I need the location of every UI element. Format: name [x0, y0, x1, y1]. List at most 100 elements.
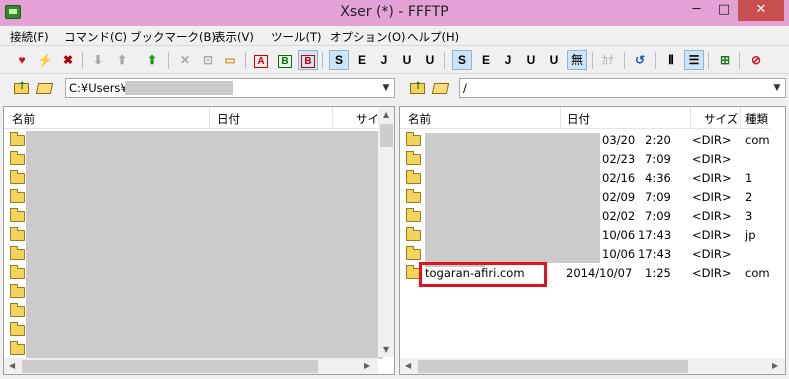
column-date[interactable]: 日付 — [567, 111, 590, 127]
column-size[interactable]: サイズ — [704, 111, 738, 127]
local-file-list[interactable]: 名前 日付 サイ ▲ ▼ ◀ ▶ — [3, 106, 395, 375]
local-euc-button[interactable]: E — [352, 50, 372, 70]
refresh-icon[interactable]: ↺ — [630, 50, 650, 70]
folder-icon — [10, 265, 25, 279]
folder-icon — [10, 284, 25, 298]
quick-connect-icon[interactable]: ⚡ — [35, 50, 55, 70]
local-open-folder-button[interactable] — [35, 79, 55, 97]
close-button[interactable]: ✕ — [738, 0, 784, 21]
row-date: 03/20 — [602, 133, 636, 147]
row-date: 2014/10/07 — [566, 266, 633, 280]
open-folder-icon — [431, 83, 450, 94]
remote-path-text: / — [463, 81, 467, 95]
binary-mode-label: B — [278, 55, 292, 68]
remote-utf8bom-button[interactable]: U — [544, 50, 564, 70]
column-name[interactable]: 名前 — [408, 111, 431, 127]
open-folder-icon — [35, 83, 54, 94]
column-size[interactable]: サイ — [356, 111, 379, 127]
menu-bookmark[interactable]: ブックマーク(B) — [130, 29, 216, 45]
menu-connect[interactable]: 接続(F) — [10, 29, 49, 45]
delete-icon[interactable]: ✕ — [175, 50, 195, 70]
mirror-upload-icon[interactable]: ⬆ — [142, 50, 162, 70]
kana-convert-button[interactable]: ｶﾅ — [598, 50, 618, 70]
row-date: 02/23 — [602, 152, 636, 166]
row-type: com — [745, 266, 770, 280]
scroll-thumb[interactable] — [22, 360, 318, 373]
no-convert-button[interactable]: 無 — [567, 50, 587, 70]
folder-icon — [406, 151, 421, 165]
column-date[interactable]: 日付 — [217, 111, 240, 127]
remote-open-folder-button[interactable] — [431, 79, 451, 97]
mkdir-icon[interactable]: ▭ — [220, 50, 240, 70]
remote-horizontal-scrollbar[interactable]: ◀ ▶ — [400, 358, 785, 374]
row-time: 7:09 — [645, 190, 671, 204]
row-size: <DIR> — [692, 228, 732, 242]
remote-sjis-button[interactable]: S — [452, 50, 472, 70]
column-type[interactable]: 種類 — [745, 111, 768, 127]
row-type: 3 — [745, 209, 753, 223]
local-vertical-scrollbar[interactable]: ▲ ▼ — [378, 107, 394, 357]
remote-file-list[interactable]: 名前 日付 サイズ 種類 属 03/20 2:20 <DIR> com 02/2… — [399, 106, 786, 375]
chevron-down-icon[interactable]: ▼ — [769, 78, 785, 98]
menu-command[interactable]: コマンド(C) — [64, 29, 127, 45]
stop-icon[interactable]: ⊘ — [746, 50, 766, 70]
auto-mode-button[interactable]: B — [298, 50, 318, 70]
folder-icon — [10, 132, 25, 146]
row-type: 2 — [745, 190, 753, 204]
remote-path-bar: / ▼ — [400, 77, 789, 99]
row-type: 1 — [745, 171, 753, 185]
connect-icon[interactable]: ♥ — [12, 50, 32, 70]
menu-options[interactable]: オプション(O) — [330, 29, 406, 45]
local-sjis-button[interactable]: S — [329, 50, 349, 70]
row-type: com — [745, 133, 770, 147]
folder-icon — [406, 132, 421, 146]
local-up-folder-button[interactable] — [12, 79, 32, 97]
local-jis-button[interactable]: J — [374, 50, 394, 70]
row-date: 02/16 — [602, 171, 636, 185]
folder-icon — [10, 151, 25, 165]
row-time: 17:43 — [638, 247, 672, 261]
binary-mode-button[interactable]: B — [275, 50, 295, 70]
detail-view-icon[interactable]: ☰ — [684, 50, 704, 70]
list-view-icon[interactable]: ⦀ — [661, 50, 681, 70]
rename-icon[interactable]: ⊡ — [198, 50, 218, 70]
column-name[interactable]: 名前 — [12, 111, 35, 127]
scroll-thumb[interactable] — [418, 360, 688, 373]
download-icon[interactable]: ⬇ — [88, 50, 108, 70]
local-horizontal-scrollbar[interactable]: ◀ ▶ — [4, 358, 378, 374]
row-date: 10/06 — [602, 228, 636, 242]
sync-dirs-icon[interactable]: ⊞ — [715, 50, 735, 70]
remote-utf8-button[interactable]: U — [521, 50, 541, 70]
folder-icon — [406, 227, 421, 241]
row-time: 4:36 — [645, 171, 671, 185]
remote-path-input[interactable]: / — [459, 78, 786, 98]
menu-help[interactable]: ヘルプ(H) — [407, 29, 459, 45]
remote-vertical-scrollbar[interactable] — [770, 107, 785, 357]
upload-icon[interactable]: ⬆ — [112, 50, 132, 70]
folder-up-icon — [14, 81, 29, 94]
folder-icon — [10, 322, 25, 336]
folder-icon — [10, 303, 25, 317]
row-date: 02/09 — [602, 190, 636, 204]
chevron-down-icon[interactable]: ▼ — [378, 78, 394, 98]
row-time: 7:09 — [645, 209, 671, 223]
auto-mode-label: B — [301, 55, 315, 68]
disconnect-icon[interactable]: ✖ — [58, 50, 78, 70]
folder-icon — [10, 208, 25, 222]
minimize-button[interactable]: ─ — [683, 0, 710, 21]
scroll-thumb[interactable] — [380, 124, 393, 147]
maximize-button[interactable]: □ — [711, 0, 737, 21]
row-type: jp — [745, 228, 756, 242]
menu-view[interactable]: 表示(V) — [214, 29, 254, 45]
menu-tools[interactable]: ツール(T) — [271, 29, 322, 45]
row-size: <DIR> — [692, 190, 732, 204]
remote-up-folder-button[interactable] — [408, 79, 428, 97]
local-utf8bom-button[interactable]: U — [420, 50, 440, 70]
title-bar: Xser (*) - FFFTP ─ □ ✕ — [0, 0, 789, 26]
toolbar: ♥ ⚡ ✖ ⬇ ⬆ ⬆ ✕ ⊡ ▭ A B B S E J U U S E J … — [0, 47, 789, 74]
ascii-mode-button[interactable]: A — [251, 50, 271, 70]
remote-list-header: 名前 日付 サイズ 種類 属 — [400, 107, 785, 129]
remote-euc-button[interactable]: E — [476, 50, 496, 70]
local-utf8-button[interactable]: U — [397, 50, 417, 70]
remote-jis-button[interactable]: J — [498, 50, 518, 70]
